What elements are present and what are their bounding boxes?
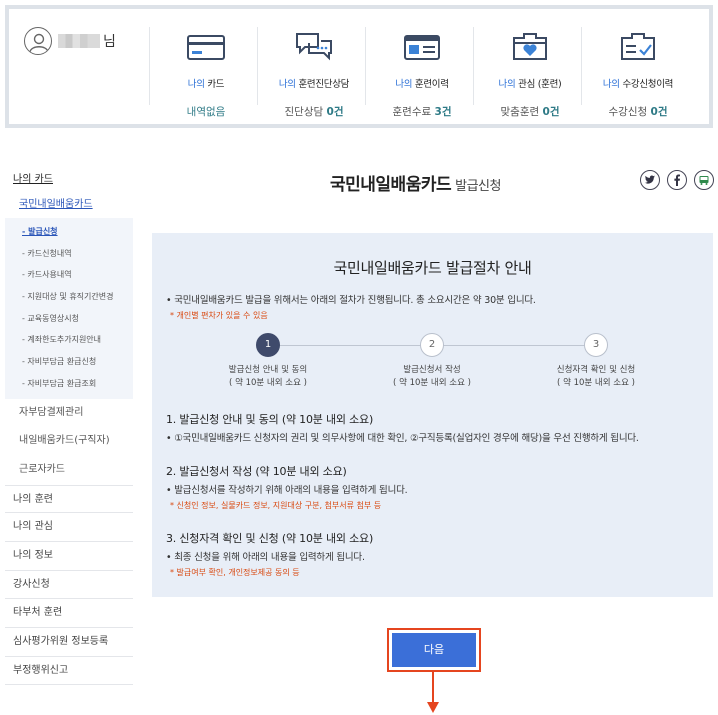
stat-training-history[interactable]: 나의 훈련이력 훈련수료 3건 xyxy=(367,27,477,123)
sidebar-heading-my-card[interactable]: 나의 카드 xyxy=(5,172,133,198)
guide-note: * 개인별 편차가 있을 수 있음 xyxy=(170,311,268,320)
masked-user-name xyxy=(58,34,100,48)
sidebar-item-worker-card[interactable]: 근로자카드 xyxy=(5,456,133,485)
sidebar-item-other-ministry-training[interactable]: 타부처 훈련 xyxy=(5,599,133,628)
sidebar-subitem-education-video[interactable]: - 교육동영상시청 xyxy=(5,308,133,330)
sidebar-item-my-interest[interactable]: 나의 관심 xyxy=(5,513,133,542)
stat-my-card[interactable]: 나의 카드 내역없음 xyxy=(151,27,261,123)
stat-title: 관심 (훈련) xyxy=(515,79,562,90)
sidebar-subitem-card-usage-history[interactable]: - 카드사용내역 xyxy=(5,264,133,286)
facebook-icon[interactable] xyxy=(667,170,687,190)
checklist-icon xyxy=(621,33,655,60)
stat-course-application[interactable]: 나의 수강신청이력 수강신청 0건 xyxy=(583,27,693,123)
sidebar-submenu: - 발급신청 - 카드신청내역 - 카드사용내역 - 지원대상 및 휴직기간변경… xyxy=(5,218,133,399)
step-1-indicator: 1 xyxy=(256,333,280,357)
step-1-label: 발급신청 안내 및 동의 ( 약 10분 내외 소요 ) xyxy=(228,365,308,388)
section-2-note: * 신청인 정보, 실물카드 정보, 지원대상 구분, 첨부서류 첨부 등 xyxy=(170,501,382,510)
guide-title: 국민내일배움카드 발급절차 안내 xyxy=(333,259,532,277)
sidebar-subitem-eligibility-change[interactable]: - 지원대상 및 휴직기간변경 xyxy=(5,286,133,308)
page-title: 국민내일배움카드 발급신청 xyxy=(330,175,501,195)
step-3-label: 신청자격 확인 및 신청 ( 약 10분 내외 소요 ) xyxy=(556,365,636,388)
sidebar-item-instructor-apply[interactable]: 강사신청 xyxy=(5,571,133,600)
step-3-indicator: 3 xyxy=(584,333,608,357)
sidebar-subitem-card-application-history[interactable]: - 카드신청내역 xyxy=(5,243,133,265)
user-icon xyxy=(24,27,52,55)
sidebar-subitem-refund-inquiry[interactable]: - 자비부담금 환급조회 xyxy=(5,373,133,395)
sidebar-item-my-info[interactable]: 나의 정보 xyxy=(5,542,133,571)
stat-title: 카드 xyxy=(204,79,225,90)
chat-bubble-icon xyxy=(296,33,332,61)
section-1-desc: • ①국민내일배움카드 신청자의 권리 및 의무사항에 대한 확인, ②구직등록… xyxy=(166,433,639,444)
sidebar-item-national-card[interactable]: 국민내일배움카드 xyxy=(5,198,133,218)
section-2-desc: • 발급신청서를 작성하기 위해 아래의 내용을 입력하게 됩니다. xyxy=(166,485,408,496)
section-3-desc: • 최종 신청을 위해 아래의 내용을 입력하게 됩니다. xyxy=(166,552,365,563)
stat-title: 훈련진단상담 xyxy=(295,79,350,90)
step-2-indicator: 2 xyxy=(420,333,444,357)
section-1-title: 1. 발급신청 안내 및 동의 (약 10분 내외 소요) xyxy=(166,413,374,426)
stat-training-consult[interactable]: 나의 훈련진단상담 진단상담 0건 xyxy=(259,27,369,123)
guide-panel: 국민내일배움카드 발급절차 안내 • 국민내일배움카드 발급을 위해서는 아래의… xyxy=(152,233,713,597)
user-name-suffix: 님 xyxy=(103,34,116,50)
summary-box: 님 나의 카드 내역없음 나의 훈련진단상담 진단상담 0건 나의 훈련이력 훈… xyxy=(5,5,713,128)
sidebar-item-job-seeker-card[interactable]: 내일배움카드(구직자) xyxy=(5,427,133,456)
twitter-icon[interactable] xyxy=(640,170,660,190)
credit-card-icon xyxy=(187,35,225,60)
sidebar-item-self-payment[interactable]: 자부담결제관리 xyxy=(5,399,133,428)
sidebar-item-misconduct-report[interactable]: 부정행위신고 xyxy=(5,657,133,686)
stat-title: 수강신청이력 xyxy=(619,79,674,90)
guide-intro: • 국민내일배움카드 발급을 위해서는 아래의 절차가 진행됩니다. 총 소요시… xyxy=(166,295,536,306)
stat-title: 훈련이력 xyxy=(412,79,449,90)
section-2-title: 2. 발급신청서 작성 (약 10분 내외 소요) xyxy=(166,465,347,478)
section-3-note: * 발급여부 확인, 개인정보제공 동의 등 xyxy=(170,568,300,577)
next-button[interactable]: 다음 xyxy=(392,633,476,667)
id-card-icon xyxy=(404,35,440,60)
step-2-label: 발급신청서 작성 ( 약 10분 내외 소요 ) xyxy=(393,365,471,388)
stat-value-text: 내역없음 xyxy=(186,106,226,118)
next-button-highlight: 다음 xyxy=(387,628,481,672)
bus-icon[interactable] xyxy=(694,170,714,190)
stat-interest-training[interactable]: 나의 관심 (훈련) 맞춤훈련 0건 xyxy=(475,27,585,123)
sidebar-item-my-training[interactable]: 나의 훈련 xyxy=(5,484,133,514)
sidebar-subitem-account-limit[interactable]: - 계좌한도추가지원안내 xyxy=(5,329,133,351)
sidebar-subitem-apply[interactable]: - 발급신청 xyxy=(5,221,133,243)
sidebar: 나의 카드 국민내일배움카드 - 발급신청 - 카드신청내역 - 카드사용내역 … xyxy=(5,172,133,686)
page-subtitle: 발급신청 xyxy=(455,179,501,194)
sidebar-item-evaluator-register[interactable]: 심사평가위원 정보등록 xyxy=(5,628,133,657)
heart-folder-icon xyxy=(513,33,547,60)
arrow-down-icon xyxy=(427,672,439,713)
sidebar-subitem-refund-apply[interactable]: - 자비부담금 환급신청 xyxy=(5,351,133,373)
section-3-title: 3. 신청자격 확인 및 신청 (약 10분 내외 소요) xyxy=(166,532,374,545)
user-info: 님 xyxy=(24,27,116,55)
